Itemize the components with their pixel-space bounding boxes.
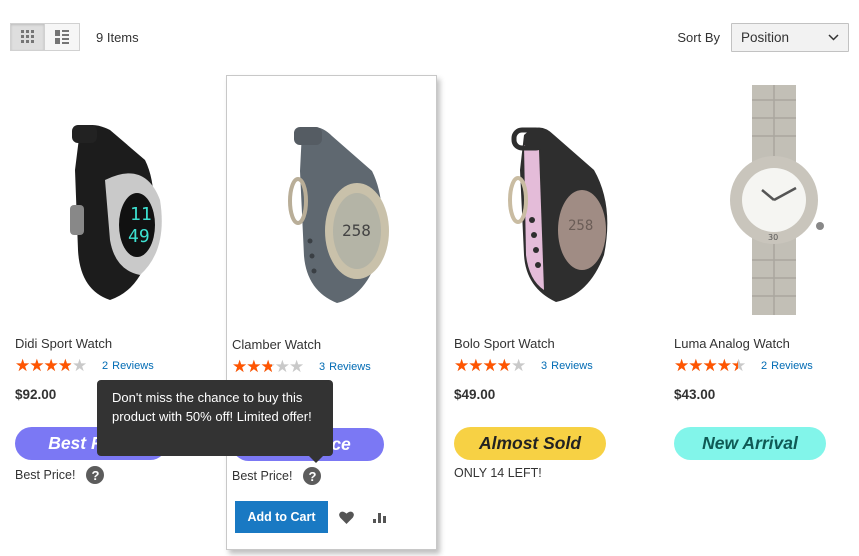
product-card[interactable]: 11 49 Didi Sport Watch ★★★★★ ★★★★★ 2Revi…: [10, 75, 220, 550]
grid-view-button[interactable]: [10, 23, 45, 51]
rating-stars: ★★★★★ ★★★★★: [674, 356, 746, 375]
add-to-compare-button[interactable]: [372, 509, 388, 525]
product-note: Best Price! ?: [15, 466, 105, 484]
svg-text:11: 11: [130, 204, 152, 225]
reviews-link[interactable]: 2 Reviews: [102, 360, 154, 372]
product-image[interactable]: 30: [669, 75, 859, 325]
product-rating: ★★★★★ ★★★★★ 3Reviews: [232, 357, 371, 376]
reviews-link[interactable]: 2 Reviews: [761, 360, 813, 372]
svg-text:49: 49: [128, 226, 150, 247]
reviews-link[interactable]: 3 Reviews: [319, 361, 371, 373]
svg-text:30: 30: [768, 233, 778, 242]
rating-stars: ★★★★★ ★★★★★: [232, 357, 304, 376]
product-name[interactable]: Luma Analog Watch: [674, 336, 790, 351]
list-icon: [55, 30, 69, 44]
products-toolbar: 9 Items Sort By Position: [10, 23, 849, 53]
product-card[interactable]: 258 Bolo Sport Watch ★★★★★ ★★★★★ 3Review…: [449, 75, 659, 550]
product-rating: ★★★★★ ★★★★★ 3Reviews: [454, 356, 593, 375]
grid-icon: [20, 30, 34, 43]
product-note: ONLY 14 LEFT!: [454, 466, 542, 480]
note-text: ONLY 14 LEFT!: [454, 466, 542, 480]
product-actions: Add to Cart: [235, 501, 388, 533]
reviews-link[interactable]: 3 Reviews: [541, 360, 593, 372]
svg-text:258: 258: [568, 218, 593, 234]
sport-watch-image: 258: [508, 127, 608, 302]
product-rating: ★★★★★ ★★★★★ 2Reviews: [15, 356, 154, 375]
compare-icon: [373, 513, 386, 523]
sort-select[interactable]: Position: [731, 23, 849, 52]
product-name[interactable]: Clamber Watch: [232, 337, 321, 352]
view-mode-switcher: [10, 23, 80, 51]
sport-watch-image: 258: [287, 127, 389, 303]
item-count: 9 Items: [96, 30, 139, 45]
sport-watch-image: 11 49: [70, 125, 162, 300]
sort-select-value: Position: [741, 30, 790, 45]
product-image[interactable]: 11 49: [10, 75, 220, 325]
add-to-cart-button[interactable]: Add to Cart: [235, 501, 328, 533]
product-note: Best Price! ?: [232, 467, 322, 485]
product-price: $92.00: [15, 387, 57, 402]
product-name[interactable]: Didi Sport Watch: [15, 336, 112, 351]
product-card-hovered[interactable]: 258 Clamber Watch ★★★★★ ★★★★★ 3Reviews B…: [226, 75, 437, 550]
product-image[interactable]: 258: [227, 76, 436, 326]
svg-text:258: 258: [342, 221, 371, 240]
add-to-wishlist-button[interactable]: [338, 509, 354, 525]
chevron-down-icon: [828, 34, 839, 41]
rating-stars: ★★★★★ ★★★★★: [454, 356, 526, 375]
list-view-button[interactable]: [45, 23, 80, 51]
promo-tooltip: Don't miss the chance to buy this produc…: [97, 380, 333, 463]
product-price: $43.00: [674, 387, 716, 402]
help-icon[interactable]: ?: [303, 467, 322, 485]
sorter: Sort By Position: [677, 23, 849, 52]
product-price: $49.00: [454, 387, 496, 402]
analog-watch-image: 30: [730, 85, 824, 315]
heart-icon: [338, 511, 354, 524]
help-icon[interactable]: ?: [86, 466, 105, 484]
rating-stars: ★★★★★ ★★★★★: [15, 356, 87, 375]
product-card[interactable]: 30 Luma Analog Watch ★★★★★ ★★★★★ 2Review…: [669, 75, 859, 550]
product-badge: New Arrival: [674, 427, 826, 460]
note-text: Best Price!: [15, 468, 76, 482]
product-rating: ★★★★★ ★★★★★ 2Reviews: [674, 356, 813, 375]
sort-by-label: Sort By: [677, 30, 720, 45]
product-image[interactable]: 258: [449, 75, 659, 325]
product-badge: Almost Sold: [454, 427, 606, 460]
note-text: Best Price!: [232, 469, 293, 483]
product-name[interactable]: Bolo Sport Watch: [454, 336, 555, 351]
